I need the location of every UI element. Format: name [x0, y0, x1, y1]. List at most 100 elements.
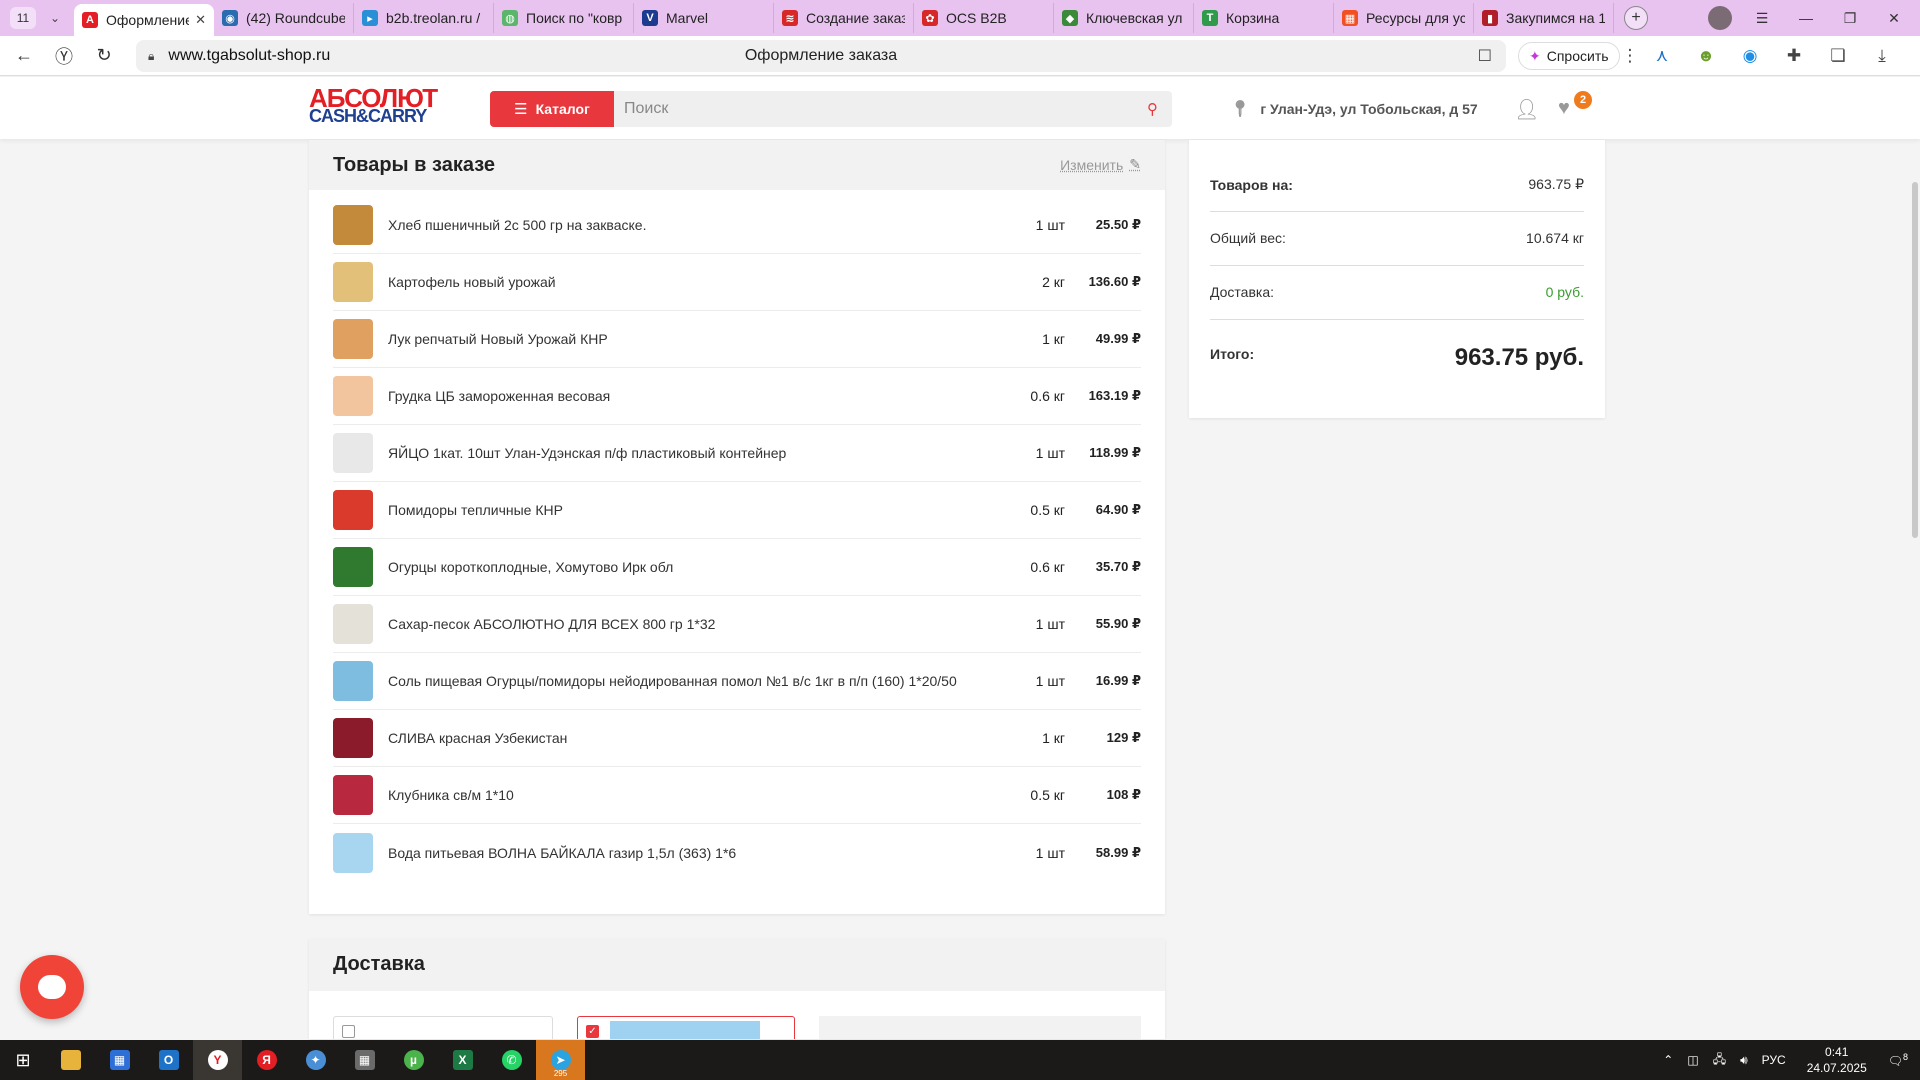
- clock[interactable]: 0:41 24.07.2025: [1807, 1044, 1867, 1076]
- tab-title: Создание заказ: [806, 10, 905, 26]
- delivery-option-2-image: [610, 1021, 760, 1039]
- site-header: АБСОЛЮТ CASH&CARRY ☰ Каталог ⚲ 📍︎ г Улан…: [0, 77, 1920, 139]
- outlook-icon[interactable]: O: [144, 1040, 193, 1080]
- store-icon[interactable]: ▦: [95, 1040, 144, 1080]
- tab-title: Оформление: [106, 12, 190, 28]
- product-quantity: 0.5 кг: [1030, 787, 1065, 803]
- extension-mascot-icon[interactable]: ☻: [1684, 42, 1728, 70]
- catalog-button[interactable]: ☰ Каталог: [490, 91, 614, 127]
- browser-tab[interactable]: ◆ Ключевская ул: [1054, 3, 1194, 33]
- language-indicator[interactable]: РУС: [1762, 1053, 1786, 1067]
- product-price: 129 ₽: [1106, 730, 1141, 745]
- collections-icon[interactable]: ❏: [1816, 42, 1860, 70]
- product-name: Вода питьевая ВОЛНА БАЙКАЛА газир 1,5л (…: [388, 844, 737, 861]
- notifications-icon[interactable]: 🗨︎8: [1888, 1052, 1908, 1068]
- camera-icon[interactable]: ◫: [1687, 1053, 1698, 1067]
- browser-tab[interactable]: ◍ Поиск по "ковр: [494, 3, 634, 33]
- chat-widget-button[interactable]: [20, 955, 84, 1019]
- reload-icon[interactable]: ↻: [84, 36, 124, 76]
- delivery-option-2-checkbox[interactable]: ✓: [586, 1025, 599, 1038]
- tab-title: Ключевская ул: [1086, 10, 1183, 26]
- delivery-location[interactable]: 📍︎ г Улан-Удэ, ул Тобольская, д 57: [1230, 99, 1478, 119]
- logo-line-1: АБСОЛЮТ: [309, 83, 438, 113]
- close-tab-icon[interactable]: ✕: [195, 12, 206, 28]
- tab-list: A Оформление ✕ ◉ (42) Roundcube ▸ b2b.treolan.…: [74, 0, 1614, 36]
- extension-shazam-icon[interactable]: ◉: [1728, 42, 1772, 70]
- calculator-icon[interactable]: ▦: [340, 1040, 389, 1080]
- new-tab-button[interactable]: +: [1624, 6, 1648, 30]
- tab-favicon-icon: T: [1202, 10, 1218, 26]
- puzzle-icon[interactable]: ✚: [1772, 42, 1816, 70]
- more-vertical-icon[interactable]: ⋮: [1620, 42, 1640, 70]
- ask-ai-button[interactable]: ✦ Спросить: [1518, 42, 1620, 70]
- yandex-browser-icon[interactable]: Y: [193, 1040, 242, 1080]
- telegram-icon[interactable]: ➤ 295: [536, 1040, 585, 1080]
- delivery-header: Доставка: [309, 939, 1165, 991]
- browser-tab[interactable]: A Оформление ✕: [74, 4, 214, 36]
- cart-icon[interactable]: ♥: [1558, 97, 1570, 120]
- download-icon[interactable]: ⤓: [1860, 42, 1904, 70]
- profile-avatar[interactable]: [1708, 6, 1732, 30]
- browser-tab[interactable]: ◉ (42) Roundcube: [214, 3, 354, 33]
- utorrent-icon[interactable]: µ: [389, 1040, 438, 1080]
- delivery-option-1-checkbox[interactable]: [342, 1025, 355, 1038]
- volume-icon[interactable]: 🔊︎: [1740, 1053, 1748, 1068]
- divider: [1210, 265, 1584, 266]
- product-name: Грудка ЦБ замороженная весовая: [388, 388, 611, 404]
- extension-bird-icon[interactable]: ⋏: [1640, 42, 1684, 70]
- excel-icon[interactable]: X: [438, 1040, 487, 1080]
- bookmark-icon[interactable]: ☐: [1478, 46, 1492, 66]
- product-thumbnail: [333, 205, 373, 245]
- tab-title: Marvel: [666, 10, 709, 26]
- browser-tab[interactable]: ✿ OCS B2B: [914, 3, 1054, 33]
- windows-start-icon[interactable]: ⊞: [0, 1040, 46, 1080]
- menu-icon[interactable]: ☰: [1740, 10, 1784, 27]
- product-name: Огурцы короткоплодные, Хомутово Ирк обл: [388, 559, 674, 575]
- app-bird-icon[interactable]: ✦: [291, 1040, 340, 1080]
- restore-icon[interactable]: ❐: [1828, 10, 1872, 27]
- product-quantity: 1 шт: [1035, 673, 1065, 689]
- browser-tab[interactable]: ▸ b2b.treolan.ru /: [354, 3, 494, 33]
- browser-tab-strip: 11 ⌄ A Оформление ✕ ◉ (42) Roundcube ▸ b2b.tre…: [0, 0, 1920, 36]
- summary-goods-value: 963.75 ₽: [1528, 176, 1584, 192]
- close-window-icon[interactable]: ✕: [1872, 10, 1916, 27]
- product-quantity: 1 шт: [1035, 445, 1065, 461]
- product-thumbnail: [333, 832, 373, 873]
- product-thumbnail: [333, 718, 373, 758]
- search-icon[interactable]: ⚲: [1147, 100, 1158, 118]
- chevron-up-icon[interactable]: ⌃: [1663, 1053, 1673, 1067]
- browser-tab[interactable]: T Корзина: [1194, 3, 1334, 33]
- tab-title: OCS B2B: [946, 10, 1007, 26]
- chevron-down-icon[interactable]: ⌄: [42, 6, 68, 30]
- browser-tab[interactable]: V Marvel: [634, 3, 774, 33]
- delivery-option-2[interactable]: ✓: [577, 1016, 795, 1039]
- back-arrow-icon[interactable]: ←: [4, 36, 44, 76]
- search-input[interactable]: [624, 100, 1104, 118]
- user-icon[interactable]: 👤︎: [1514, 97, 1539, 122]
- site-logo[interactable]: АБСОЛЮТ CASH&CARRY: [309, 83, 438, 125]
- url-field[interactable]: 🔒︎ www.tgabsolut-shop.ru Оформление зака…: [136, 40, 1506, 72]
- product-quantity: 2 кг: [1042, 274, 1065, 290]
- browser-tab[interactable]: ▮ Закупимся на 1: [1474, 3, 1614, 33]
- product-quantity: 0.5 кг: [1030, 502, 1065, 518]
- tab-count-button[interactable]: 11: [10, 7, 36, 29]
- tab-favicon-icon: ▦: [1342, 10, 1358, 26]
- page-scrollbar[interactable]: [1912, 182, 1918, 538]
- delivery-option-1[interactable]: [333, 1016, 553, 1039]
- file-explorer-icon[interactable]: [46, 1040, 95, 1080]
- order-item-row: ЯЙЦО 1кат. 10шт Улан-Удэнская п/ф пласти…: [333, 425, 1141, 482]
- pencil-icon: ✎: [1129, 156, 1141, 172]
- browser-tab[interactable]: ≋ Создание заказ: [774, 3, 914, 33]
- yandex-icon[interactable]: Я: [242, 1040, 291, 1080]
- product-name: Сахар-песок АБСОЛЮТНО ДЛЯ ВСЕХ 800 гр 1*…: [388, 616, 716, 632]
- browser-tab[interactable]: ▦ Ресурсы для ус: [1334, 3, 1474, 33]
- edit-order-link[interactable]: Изменить ✎: [1060, 156, 1141, 173]
- whatsapp-icon[interactable]: ✆: [487, 1040, 536, 1080]
- minimize-icon[interactable]: —: [1784, 10, 1828, 26]
- network-icon[interactable]: 🖧︎: [1713, 1050, 1726, 1071]
- product-price: 136.60 ₽: [1088, 274, 1141, 289]
- order-item-row: Помидоры тепличные КНР 0.5 кг 64.90 ₽: [333, 482, 1141, 539]
- yandex-home-icon[interactable]: Ⓨ: [44, 36, 84, 76]
- product-thumbnail: [333, 376, 373, 416]
- product-price: 108 ₽: [1106, 787, 1141, 802]
